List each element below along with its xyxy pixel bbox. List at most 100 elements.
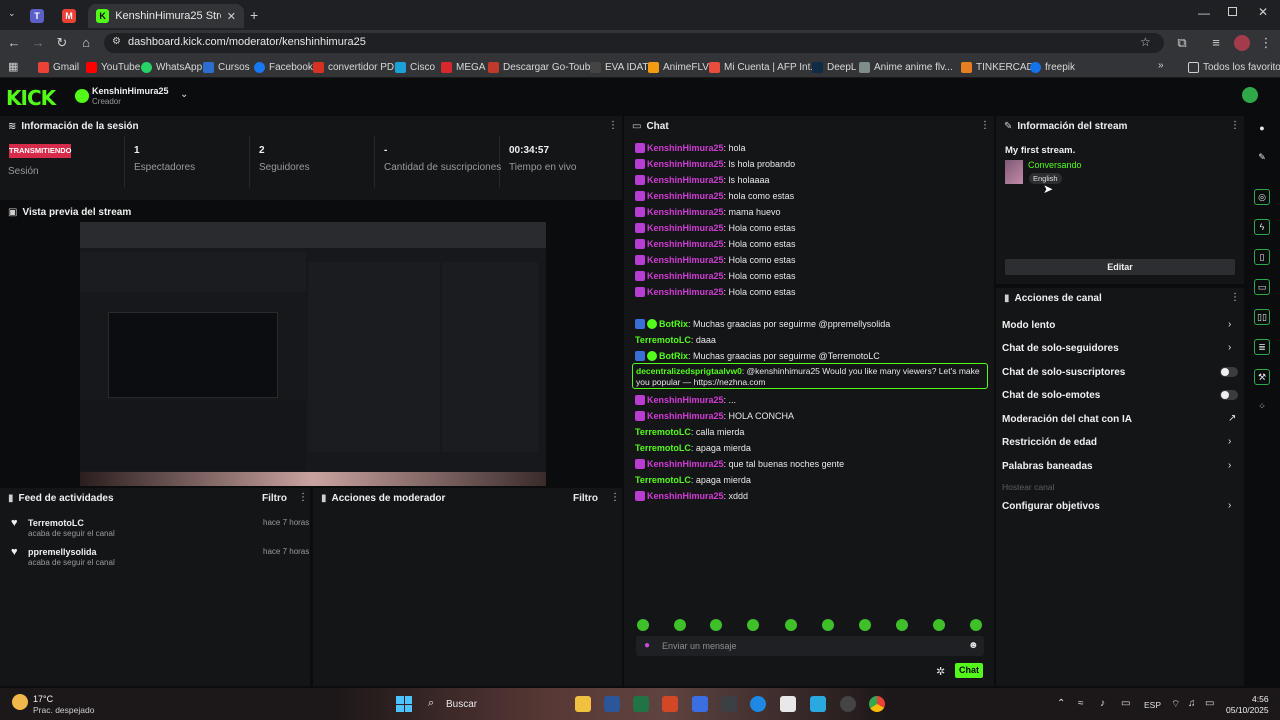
activity-user[interactable]: TerremotoLC	[28, 518, 84, 528]
tray-display-icon[interactable]: ▭	[1121, 698, 1130, 709]
address-bar[interactable]: ⚙ dashboard.kick.com/moderator/kenshinhi…	[104, 33, 1164, 53]
extensions-icon[interactable]: ⧉	[1174, 35, 1190, 51]
maximize-icon[interactable]	[1228, 7, 1237, 16]
taskbar-search[interactable]: ⌕ Buscar	[420, 694, 560, 714]
activity-menu-icon[interactable]: ⋮	[298, 492, 308, 504]
external-link-icon[interactable]: ↗	[1228, 414, 1236, 424]
browser-menu-icon[interactable]: ⋮	[1258, 35, 1274, 51]
ai-moderation-item[interactable]: Moderación del chat con IA	[1002, 414, 1132, 425]
activity-user[interactable]: ppremellysolida	[28, 547, 97, 557]
banned-words-item[interactable]: Palabras baneadas	[1002, 461, 1093, 472]
emote-icon[interactable]	[970, 619, 982, 631]
reload-icon[interactable]: ↻	[54, 35, 70, 51]
emote-icon[interactable]	[710, 619, 722, 631]
chat-highlight-message[interactable]: decentralizedsprigtaalvw0: @kenshinhimur…	[632, 363, 988, 389]
windows-start-icon[interactable]	[396, 696, 412, 712]
apps-grid-icon[interactable]: ▦	[8, 60, 18, 73]
chat-username[interactable]: KenshinHimura25	[647, 287, 724, 297]
channel-name[interactable]: KenshinHimura25	[92, 86, 169, 96]
chat-menu-icon[interactable]: ⋮	[980, 120, 990, 132]
bookmark-convertidor-pdf[interactable]: convertidor PDF	[313, 60, 400, 74]
chat-message[interactable]: KenshinHimura25: que tal buenas noches g…	[635, 457, 844, 471]
chat-message[interactable]: KenshinHimura25: ls holaaaa	[635, 173, 770, 187]
wrench-icon[interactable]: ⚒	[1254, 369, 1270, 385]
info-icon[interactable]: ●	[1254, 121, 1270, 137]
subs-only-toggle[interactable]	[1220, 367, 1238, 377]
kick-logo[interactable]: KICK	[6, 86, 56, 110]
slow-mode-item[interactable]: Modo lento	[1002, 320, 1055, 331]
chat-message[interactable]: KenshinHimura25: mama huevo	[635, 205, 781, 219]
bookmark-descargar[interactable]: Descargar Go-Toub...	[488, 60, 599, 74]
bookmark-mega[interactable]: MEGA	[441, 60, 485, 74]
stream-info-menu-icon[interactable]: ⋮	[1230, 120, 1240, 132]
chevron-right-icon[interactable]: ›	[1228, 343, 1236, 353]
chat-message[interactable]: KenshinHimura25: Hola como estas	[635, 253, 796, 267]
session-menu-icon[interactable]: ⋮	[608, 120, 618, 132]
channel-avatar[interactable]	[75, 89, 89, 103]
bookmark-animeflv[interactable]: AnimeFLV	[648, 60, 709, 74]
chevron-right-icon[interactable]: ›	[1228, 501, 1236, 511]
tray-network-icon[interactable]: ≈	[1078, 698, 1084, 709]
chat-username[interactable]: KenshinHimura25	[647, 411, 724, 421]
mod-actions-filter-button[interactable]: Filtro	[573, 493, 598, 504]
camera-icon[interactable]: ◎	[1254, 189, 1270, 205]
file-explorer-icon[interactable]	[575, 696, 591, 712]
chat-settings-icon[interactable]: ✲	[936, 665, 945, 678]
list-icon[interactable]: ≣	[1254, 339, 1270, 355]
new-tab-icon[interactable]: +	[250, 7, 258, 23]
chat-message[interactable]: KenshinHimura25: hola	[635, 141, 746, 155]
chat-message[interactable]: KenshinHimura25: xddd	[635, 489, 748, 503]
bookmark-eva-idat[interactable]: EVA IDAT	[590, 60, 649, 74]
followers-only-item[interactable]: Chat de solo-seguidores	[1002, 343, 1119, 354]
chat-username[interactable]: KenshinHimura25	[647, 207, 724, 217]
stream-preview-video[interactable]	[80, 222, 546, 486]
bookmark-star-icon[interactable]: ☆	[1140, 35, 1151, 49]
chat-username[interactable]: TerremotoLC	[635, 475, 691, 485]
chat-username[interactable]: KenshinHimura25	[647, 191, 724, 201]
chat-username[interactable]: decentralizedsprigtaalvw0	[636, 366, 742, 376]
chat-message[interactable]: KenshinHimura25: ...	[635, 393, 736, 407]
chat-message[interactable]: KenshinHimura25: HOLA CONCHA	[635, 409, 794, 423]
chat-username[interactable]: KenshinHimura25	[647, 459, 724, 469]
chat-username[interactable]: TerremotoLC	[635, 443, 691, 453]
chat-username[interactable]: KenshinHimura25	[647, 159, 724, 169]
excel-icon[interactable]	[633, 696, 649, 712]
user-avatar[interactable]	[1242, 87, 1258, 103]
bookmark-anime[interactable]: Anime anime flv...	[859, 60, 953, 74]
tab-teams[interactable]: T	[30, 4, 44, 28]
chat-message[interactable]: TerremotoLC: daaa	[635, 333, 716, 347]
chevron-right-icon[interactable]: ›	[1228, 437, 1236, 447]
powerpoint-icon[interactable]	[662, 696, 678, 712]
emote-icon[interactable]	[896, 619, 908, 631]
configure-goals-item[interactable]: Configurar objetivos	[1002, 501, 1100, 512]
bookmark-tinkercad[interactable]: TINKERCAD	[961, 60, 1034, 74]
app-icon[interactable]	[750, 696, 766, 712]
clock-date[interactable]: 05/10/2025	[1226, 705, 1269, 715]
app-icon[interactable]	[810, 696, 826, 712]
media-control-icon[interactable]: ≡	[1208, 35, 1224, 51]
tab-list-icon[interactable]: ⌄	[8, 8, 20, 20]
chat-message[interactable]: KenshinHimura25: Hola como estas	[635, 269, 796, 283]
app-icon[interactable]	[840, 696, 856, 712]
chat-username[interactable]: KenshinHimura25	[647, 223, 724, 233]
chat-username[interactable]: KenshinHimura25	[647, 491, 724, 501]
home-icon[interactable]: ⌂	[78, 35, 94, 51]
tray-battery-icon[interactable]: ▭	[1205, 698, 1214, 709]
profile-avatar-icon[interactable]	[1234, 35, 1250, 51]
chat-username[interactable]: TerremotoLC	[635, 335, 691, 345]
emote-icon[interactable]	[637, 619, 649, 631]
bookmark-afp[interactable]: Mi Cuenta | AFP Int...	[709, 60, 819, 74]
chat-message[interactable]: BotRix: Muchas graacias por seguirme @Te…	[635, 349, 880, 363]
chat-username[interactable]: KenshinHimura25	[647, 175, 724, 185]
chat-username[interactable]: KenshinHimura25	[647, 255, 724, 265]
mic-icon[interactable]: ●	[644, 640, 650, 651]
tray-wifi-icon[interactable]: ⌔	[1171, 698, 1180, 711]
chevron-right-icon[interactable]: ›	[1228, 320, 1236, 330]
bookmark-facebook[interactable]: Facebook	[254, 60, 313, 74]
bookmark-whatsapp[interactable]: WhatsApp	[141, 60, 202, 74]
lightning-icon[interactable]: ϟ	[1254, 219, 1270, 235]
chat-message[interactable]: BotRix: Muchas graacias por seguirme @pp…	[635, 317, 890, 331]
chat-message[interactable]: KenshinHimura25: hola como estas	[635, 189, 794, 203]
app-icon[interactable]	[780, 696, 796, 712]
emotes-only-item[interactable]: Chat de solo-emotes	[1002, 390, 1100, 401]
